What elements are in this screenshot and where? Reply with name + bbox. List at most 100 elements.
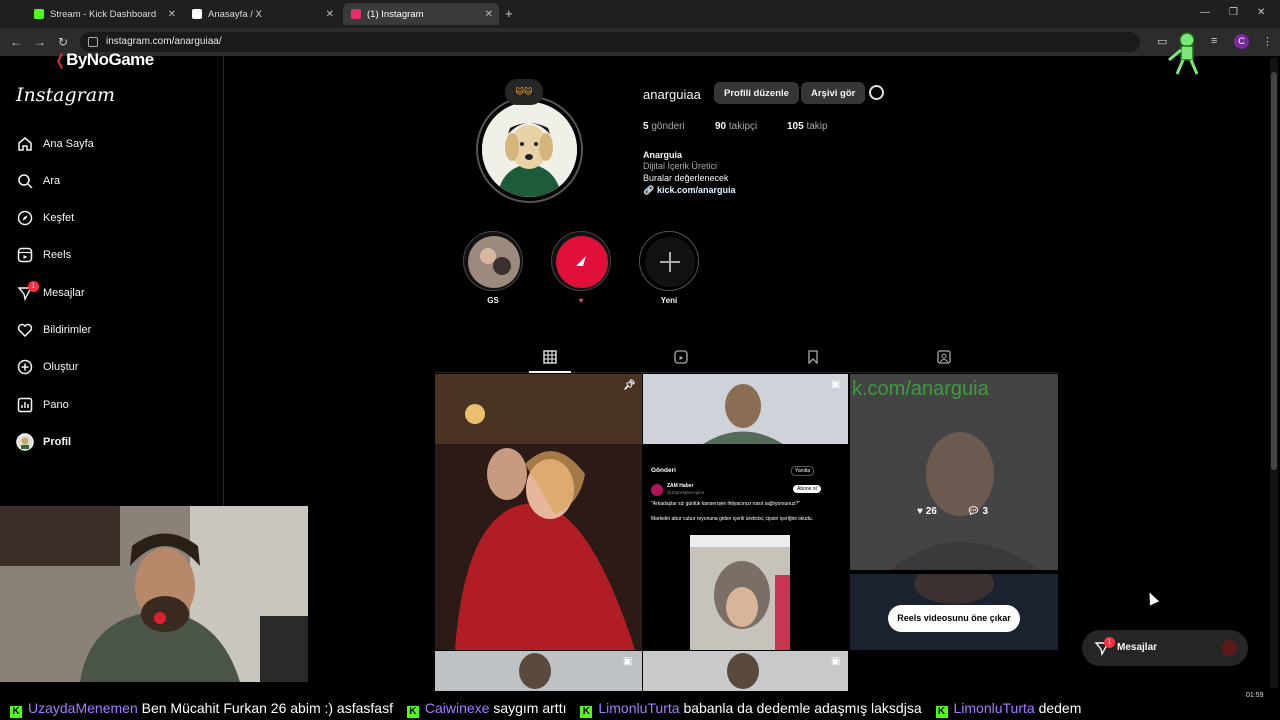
ticker-message: Ben Mücahit Furkan 26 abim :) asfasfasf [141, 700, 393, 716]
post-bottom-2[interactable]: ▣ [643, 651, 848, 691]
scrollbar-thumb[interactable] [1271, 72, 1277, 470]
profile-link[interactable]: 🔗︎ kick.com/anarguia [643, 185, 736, 196]
tab-kick-dashboard[interactable]: Stream - Kick Dashboard ✕ [26, 3, 182, 25]
link-icon: 🔗︎ [643, 185, 655, 195]
mascot-icon [1168, 32, 1199, 75]
media-icon[interactable]: ≡ [1211, 35, 1217, 47]
ticker-user: LimonluTurta [598, 700, 680, 716]
reels-tab-icon[interactable] [674, 350, 688, 364]
compass-icon [16, 209, 34, 227]
reload-icon[interactable]: ↻ [58, 35, 68, 49]
post-reel-liked[interactable]: k.com/anarguia ♥ 26 💬︎ 3 [850, 374, 1058, 570]
kick-icon: K [935, 706, 948, 718]
ig-sidebar: Instagram Ana Sayfa Ara Keşfet Reels 1 M… [0, 56, 224, 506]
posts-label: gönderi [651, 121, 685, 132]
profile-note[interactable]: 🐱🐱 [505, 79, 543, 105]
new-tab-button[interactable]: + [505, 6, 513, 21]
close-window-button[interactable]: ✕ [1257, 7, 1265, 18]
post-reel-1[interactable]: ▣ [643, 374, 848, 444]
profile-link-text[interactable]: kick.com/anarguia [657, 185, 736, 195]
tab-x[interactable]: Anasayfa / X ✕ [184, 3, 340, 25]
ticker-message: dedem [1038, 700, 1082, 716]
avatar [1221, 640, 1237, 656]
close-tab-icon[interactable]: ✕ [485, 9, 493, 20]
site-info-icon[interactable] [88, 37, 98, 47]
nav-label: Oluştur [43, 361, 79, 373]
tagged-icon[interactable] [937, 350, 951, 364]
minimize-button[interactable]: — [1200, 7, 1210, 18]
tweet-header: Gönderi [651, 467, 676, 474]
highlight-new[interactable] [639, 231, 699, 291]
heart-icon [16, 321, 34, 339]
nav-explore[interactable]: Keşfet [16, 207, 74, 229]
post-tweet-screenshot[interactable]: Gönderi Yanıtla ZAM Haber @ZamHaberAjans… [643, 461, 848, 650]
nav-reels[interactable]: Reels [16, 244, 71, 266]
search-icon [16, 172, 34, 190]
forward-arrow-icon[interactable]: → [34, 35, 46, 49]
nav-search[interactable]: Ara [16, 170, 60, 192]
mouse-cursor-icon [1144, 590, 1160, 606]
back-arrow-icon[interactable]: ← [10, 35, 22, 49]
stat-posts[interactable]: 5 gönderi [643, 121, 685, 132]
tab-instagram[interactable]: (1) Instagram ✕ [343, 3, 499, 25]
notification-badge: 1 [1104, 637, 1115, 648]
nav-profile[interactable]: Profil [16, 431, 71, 453]
stat-followers[interactable]: 90 takipçi [715, 121, 757, 132]
browser-tabbar: Stream - Kick Dashboard ✕ Anasayfa / X ✕… [0, 0, 1280, 28]
avatar-icon [16, 433, 34, 451]
nav-label: Pano [43, 399, 69, 411]
ticker-message: babanla da dedemle adaşmış laksdjsa [683, 700, 922, 716]
nav-messages[interactable]: 1 Mesajlar [16, 281, 85, 304]
taskbar-clock: 01:59 [1246, 692, 1264, 699]
nav-notifications[interactable]: Bildirimler [16, 319, 91, 341]
tab-title: (1) Instagram [367, 8, 424, 20]
stat-following[interactable]: 105 takip [787, 121, 828, 132]
address-bar[interactable]: instagram.com/anarguiaa/ [80, 32, 1140, 52]
profile-avatar[interactable] [476, 96, 583, 203]
url-text[interactable]: instagram.com/anarguiaa/ [106, 36, 222, 47]
dashboard-icon [16, 396, 34, 414]
post-image [435, 374, 642, 650]
post-hug[interactable]: 📌︎ [435, 374, 642, 650]
active-tab-indicator [529, 371, 571, 373]
highlight-heart[interactable] [551, 231, 611, 291]
post-image [643, 651, 848, 691]
instagram-logo[interactable]: Instagram [16, 84, 115, 106]
saved-bookmark-icon[interactable] [806, 350, 820, 364]
nav-create[interactable]: Oluştur [16, 356, 78, 378]
highlight-gs[interactable] [463, 231, 523, 291]
x-logo-icon [192, 9, 202, 19]
following-label: takip [806, 121, 828, 132]
menu-icon[interactable]: ⋮ [1262, 35, 1273, 48]
nav-dashboard[interactable]: Pano [16, 394, 69, 416]
followers-label: takipçi [728, 121, 758, 132]
notification-badge: 1 [28, 281, 39, 292]
comments-count: 💬︎ 3 [967, 506, 988, 517]
nav-label: Keşfet [43, 212, 75, 224]
webcam-overlay [0, 506, 308, 682]
comments-value: 3 [982, 506, 989, 517]
view-archive-button[interactable]: Arşivi gör [801, 82, 866, 104]
feature-reel-tooltip[interactable]: Reels videosunu öne çıkar [888, 605, 1020, 632]
kick-icon: K [10, 706, 22, 718]
nav-label: Reels [43, 249, 72, 261]
kick-icon: K [580, 706, 593, 718]
post-image [643, 374, 848, 444]
chat-ticker: K UzaydaMenemen Ben Mücahit Furkan 26 abi… [0, 696, 1280, 720]
close-tab-icon[interactable]: ✕ [326, 9, 334, 20]
post-bottom-1[interactable]: ▣ [435, 651, 642, 691]
grid-icon[interactable] [543, 350, 557, 364]
settings-gear-icon[interactable] [869, 85, 884, 100]
nav-home[interactable]: Ana Sayfa [16, 133, 94, 155]
instagram-favicon-icon [351, 9, 361, 19]
messages-label: Mesajlar [1117, 642, 1158, 653]
edit-profile-button[interactable]: Profili düzenle [714, 82, 799, 104]
messages-drawer-button[interactable]: 1 Mesajlar [1082, 630, 1248, 666]
restore-button[interactable]: ❐ [1229, 7, 1238, 18]
close-tab-icon[interactable]: ✕ [168, 9, 176, 20]
tab-title: Anasayfa / X [208, 8, 262, 20]
kick-icon [34, 9, 44, 19]
profile-fullname: Anarguia [643, 150, 683, 160]
tweet-text: Marketin abur cubur reyonuna giden içeri… [651, 516, 814, 522]
browser-profile-avatar[interactable]: C [1234, 34, 1249, 49]
